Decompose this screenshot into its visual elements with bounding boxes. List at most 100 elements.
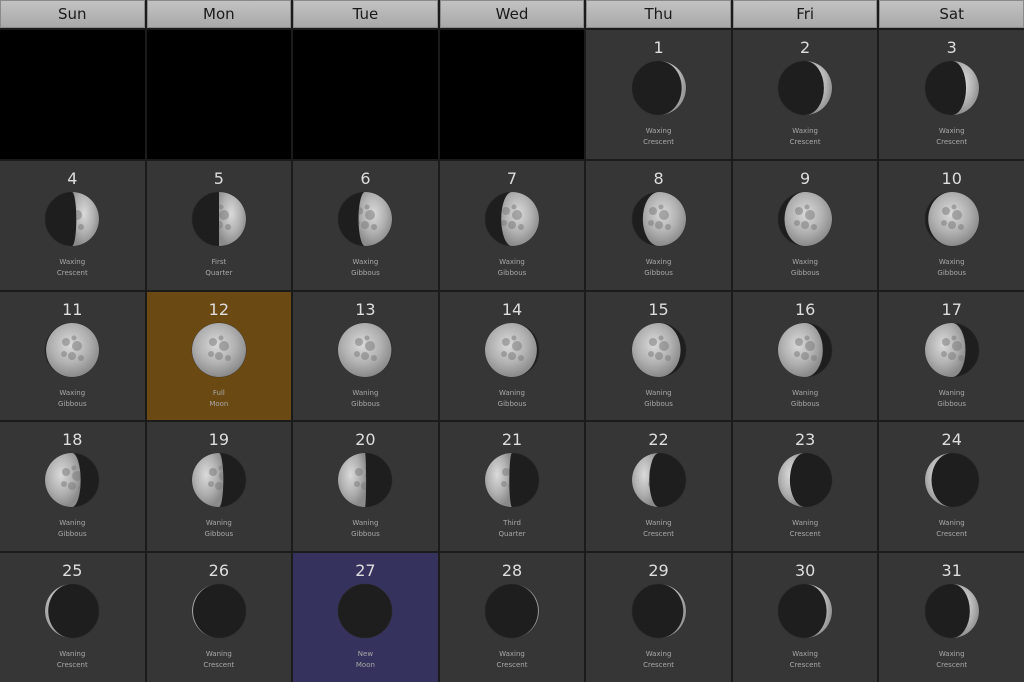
moon-phase-icon [338,453,393,508]
day-number: 2 [800,38,811,57]
day-cell-18[interactable]: 18 Waning Gibbous [0,422,145,552]
day-number: 22 [648,430,669,450]
day-cell-7[interactable]: 7 Waxing Gibbous [439,160,585,290]
phase-label-line-2: Crescent [936,661,968,670]
phase-label-line-1: New [357,650,374,659]
phase-label-line-1: Waxing [938,650,965,659]
phase-label: Waning Crescent [586,518,731,540]
day-cell-29[interactable]: 29 Waxing Crescent [586,553,731,682]
empty-day-cell [0,30,145,159]
moon-phase-icon [631,583,686,639]
moon-lit-area [484,453,512,508]
day-cell-23[interactable]: 23 Waning Crescent [732,422,878,552]
day-cell-17[interactable]: 17 Waning Gibbous [879,291,1024,421]
day-cell-6[interactable]: 6 Waxing Gibbous [293,160,438,290]
day-number: 8 [653,168,664,188]
phase-label-line-2: Gibbous [351,268,380,277]
day-cell-30[interactable]: 30 Waxing Crescent [732,553,878,682]
day-cell-15[interactable]: 15 Waning Gibbous [586,291,731,421]
phase-label-line-1: Full [212,388,225,397]
phase-label-line-2: Gibbous [937,399,967,408]
day-cell-5[interactable]: 5 First Quarter [146,160,292,290]
day-number: 20 [355,430,376,450]
moon-lit-area [501,191,539,246]
day-number: 21 [501,430,523,450]
phase-label: Waning Gibbous [733,388,878,410]
moon-phase-icon [924,322,980,377]
moon-lit-area [484,322,537,377]
phase-label: Waning Gibbous [0,518,145,540]
day-cell-12[interactable]: 12 Full Moon [146,291,292,421]
phase-label: Waning Crescent [733,518,878,540]
empty-day-cell [146,30,292,159]
day-cell-26[interactable]: 26 Waning Crescent [146,553,292,682]
day-cell-21[interactable]: 21 Third Quarter [439,422,585,552]
day-cell-9[interactable]: 9 Waxing Gibbous [732,160,878,290]
day-cell-24[interactable]: 24 Waning Crescent [879,422,1024,552]
phase-label-line-1: Waxing [645,257,672,266]
day-cell-3[interactable]: 3 Waxing Crescent [879,30,1024,159]
moon-phase-icon [191,583,247,639]
day-number: 28 [501,561,523,581]
phase-label-line-1: Waxing [645,650,672,659]
day-cell-10[interactable]: 10 Waxing Gibbous [879,160,1024,290]
day-cell-4[interactable]: 4 Waxing Crescent [0,160,145,290]
day-cell-8[interactable]: 8 Waxing Gibbous [586,160,731,290]
moon-phase-icon [631,60,686,116]
day-number: 1 [653,38,664,57]
phase-label: Waxing Gibbous [879,257,1024,279]
day-cell-1[interactable]: 1 Waxing Crescent [586,30,731,159]
day-number: 25 [62,561,83,581]
day-cell-22[interactable]: 22 Waning Crescent [586,422,731,552]
phase-label-line-2: Crescent [936,138,968,146]
day-number: 16 [794,299,816,319]
day-cell-14[interactable]: 14 Waning Gibbous [439,291,585,421]
day-cell-16[interactable]: 16 Waning Gibbous [732,291,878,421]
day-number: 29 [648,561,669,581]
moon-phase-icon [924,60,980,116]
day-cell-25[interactable]: 25 Waning Crescent [0,553,145,682]
phase-label-line-1: Waxing [59,388,86,397]
phase-label: Waning Crescent [147,649,292,671]
phase-label-line-2: Gibbous [57,399,87,408]
phase-label: Waxing Gibbous [440,257,585,279]
day-cell-20[interactable]: 20 Waning Gibbous [293,422,438,552]
phase-label-line-2: Gibbous [351,399,380,408]
moon-phase-icon [191,453,247,508]
moon-phase-icon [777,453,833,508]
phase-label-line-2: Gibbous [937,268,967,277]
moon-phase-icon [777,583,833,639]
day-cell-2[interactable]: 2 Waxing Crescent [732,30,878,159]
day-cell-19[interactable]: 19 Waning Gibbous [146,422,292,552]
phase-label-line-1: Waning [792,388,819,397]
phase-label: Waning Gibbous [440,388,585,410]
moon-phase-icon [924,191,980,247]
phase-label-line-1: Waning [938,519,965,528]
moon-phase-icon [484,453,540,508]
day-number: 13 [355,299,376,319]
phase-label-line-2: Gibbous [644,268,673,277]
phase-label: Third Quarter [440,518,585,540]
day-cell-31[interactable]: 31 Waxing Crescent [879,553,1024,682]
phase-label-line-2: Crescent [643,661,675,670]
day-number: 15 [648,299,669,319]
phase-label: Waxing Crescent [879,126,1024,148]
day-number: 26 [208,561,230,581]
phase-label: Waxing Gibbous [586,257,731,279]
phase-label-line-2: Crescent [643,138,675,146]
phase-label: Waxing Gibbous [293,257,438,279]
day-number: 11 [62,299,83,319]
phase-label: Waxing Gibbous [0,388,145,410]
day-cell-13[interactable]: 13 Waning Gibbous [293,291,438,421]
phase-label-line-1: Waxing [499,257,525,266]
day-cell-28[interactable]: 28 Waxing Crescent [439,553,585,682]
moon-phase-icon [631,191,686,247]
phase-label: Full Moon [147,388,292,410]
moon-phase-icon [191,191,247,247]
phase-label-line-1: Waning [205,650,232,659]
day-cell-27[interactable]: 27 New Moon [293,553,438,682]
weekday-header-wed: Wed [439,0,585,28]
phase-label-line-1: Waxing [59,257,86,266]
moon-phase-icon [484,583,540,639]
day-cell-11[interactable]: 11 Waxing Gibbous [0,291,145,421]
